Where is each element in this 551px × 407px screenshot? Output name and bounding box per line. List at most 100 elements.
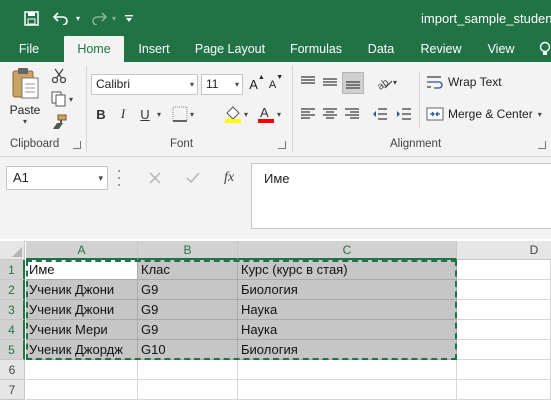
undo-dropdown-icon[interactable]: ▾ — [72, 7, 84, 29]
borders-button[interactable]: ▾ — [169, 103, 197, 125]
font-size-combo[interactable]: 11 ▾ — [201, 74, 243, 95]
row-header-7[interactable]: 7 — [0, 380, 25, 400]
column-header-d[interactable]: D — [457, 241, 551, 260]
bold-button[interactable]: B — [92, 103, 110, 125]
cell-b4[interactable]: G9 — [138, 320, 238, 340]
cancel-entry-icon[interactable] — [144, 167, 166, 189]
cell-b3[interactable]: G9 — [138, 300, 238, 320]
paste-label: Paste — [9, 103, 41, 117]
cell-c3[interactable]: Наука — [238, 300, 457, 320]
row-header-3[interactable]: 3 — [0, 300, 25, 320]
align-right-button[interactable] — [342, 104, 362, 124]
copy-dropdown-icon: ▾ — [68, 94, 73, 104]
font-name-value: Calibri — [96, 77, 131, 91]
grow-font-button[interactable]: A ▲ — [249, 74, 265, 95]
align-top-button[interactable] — [298, 72, 318, 92]
shrink-font-button[interactable]: A ▼ — [268, 74, 284, 95]
cell-c7[interactable] — [238, 380, 457, 400]
increase-indent-button[interactable] — [394, 104, 414, 124]
save-icon[interactable] — [20, 7, 42, 29]
cell-b7[interactable] — [138, 380, 238, 400]
cell-d7[interactable] — [457, 380, 551, 400]
copy-button[interactable]: ▾ — [48, 89, 76, 109]
align-left-button[interactable] — [298, 104, 318, 124]
font-launcher-icon[interactable] — [278, 141, 286, 149]
chevron-down-icon: ▾ — [234, 80, 239, 89]
ribbon-tabs: File Home Insert Page Layout Formulas Da… — [0, 36, 551, 62]
redo-icon[interactable] — [88, 7, 110, 29]
align-bottom-button[interactable] — [342, 72, 364, 94]
underline-dropdown-icon[interactable]: ▾ — [154, 103, 164, 125]
cell-a3[interactable]: Ученик Джони — [26, 300, 138, 320]
row-header-4[interactable]: 4 — [0, 320, 25, 340]
underline-button[interactable]: U — [136, 103, 154, 125]
select-all-button[interactable] — [0, 241, 25, 260]
cell-a5[interactable]: Ученик Джордж — [26, 340, 138, 360]
wrap-text-button[interactable]: Wrap Text — [426, 72, 506, 92]
copy-icon — [51, 91, 66, 107]
orientation-icon: ab — [376, 77, 393, 90]
column-header-a[interactable]: A — [26, 241, 138, 260]
fill-color-button[interactable]: ▾ — [222, 103, 250, 125]
cell-b5[interactable]: G10 — [138, 340, 238, 360]
cell-c4[interactable]: Наука — [238, 320, 457, 340]
insert-function-icon[interactable]: fx — [218, 167, 240, 189]
group-divider — [419, 72, 420, 128]
cell-a7[interactable] — [26, 380, 138, 400]
paste-button[interactable]: Paste ▾ — [8, 66, 42, 130]
cell-d6[interactable] — [457, 360, 551, 380]
cell-b2[interactable]: G9 — [138, 280, 238, 300]
formula-input[interactable]: Име — [251, 163, 551, 229]
format-painter-button[interactable] — [48, 112, 70, 132]
cell-d1[interactable] — [457, 260, 551, 280]
customize-qat-icon[interactable] — [122, 7, 136, 29]
group-divider — [292, 66, 293, 152]
decrease-indent-button[interactable] — [370, 104, 390, 124]
cell-c6[interactable] — [238, 360, 457, 380]
row-header-1[interactable]: 1 — [0, 260, 25, 280]
clipboard-launcher-icon[interactable] — [73, 141, 81, 149]
orientation-button[interactable]: ab ▾ — [370, 72, 402, 92]
cell-c5[interactable]: Биология — [238, 340, 457, 360]
formula-bar-grip[interactable] — [118, 168, 122, 188]
italic-button[interactable]: I — [114, 103, 132, 125]
tab-data[interactable]: Data — [365, 36, 397, 62]
align-middle-button[interactable] — [320, 72, 340, 92]
cell-d3[interactable] — [457, 300, 551, 320]
cell-c1[interactable]: Курс (курс в стая) — [238, 260, 457, 280]
cell-a1[interactable]: Име — [26, 260, 138, 280]
svg-text:A: A — [260, 105, 269, 120]
tab-insert[interactable]: Insert — [136, 36, 172, 62]
row-header-5[interactable]: 5 — [0, 340, 25, 360]
cut-button[interactable] — [48, 66, 70, 86]
cell-d2[interactable] — [457, 280, 551, 300]
cell-b6[interactable] — [138, 360, 238, 380]
tab-home[interactable]: Home — [64, 36, 124, 62]
alignment-launcher-icon[interactable] — [538, 141, 546, 149]
tab-review[interactable]: Review — [418, 36, 464, 62]
column-header-c[interactable]: C — [238, 241, 457, 260]
undo-icon[interactable] — [50, 7, 72, 29]
tab-file[interactable]: File — [12, 36, 46, 62]
cell-a2[interactable]: Ученик Джони — [26, 280, 138, 300]
row-header-6[interactable]: 6 — [0, 360, 25, 380]
column-header-b[interactable]: B — [138, 241, 238, 260]
cell-c2[interactable]: Биология — [238, 280, 457, 300]
cell-b1[interactable]: Клас — [138, 260, 238, 280]
font-name-combo[interactable]: Calibri ▾ — [91, 74, 198, 95]
align-center-button[interactable] — [320, 104, 340, 124]
confirm-entry-icon[interactable] — [182, 167, 204, 189]
name-box[interactable]: A1 ▾ — [6, 166, 108, 190]
cell-a6[interactable] — [26, 360, 138, 380]
tab-page-layout[interactable]: Page Layout — [193, 36, 267, 62]
cell-d5[interactable] — [457, 340, 551, 360]
cell-d4[interactable] — [457, 320, 551, 340]
merge-center-button[interactable]: Merge & Center ▾ — [426, 104, 551, 124]
row-header-2[interactable]: 2 — [0, 280, 25, 300]
cell-a4[interactable]: Ученик Мери — [26, 320, 138, 340]
tab-formulas[interactable]: Formulas — [288, 36, 344, 62]
font-color-button[interactable]: A ▾ — [255, 103, 283, 125]
tell-me-icon[interactable] — [538, 36, 551, 62]
redo-dropdown-icon[interactable]: ▾ — [109, 7, 119, 29]
tab-view[interactable]: View — [484, 36, 518, 62]
